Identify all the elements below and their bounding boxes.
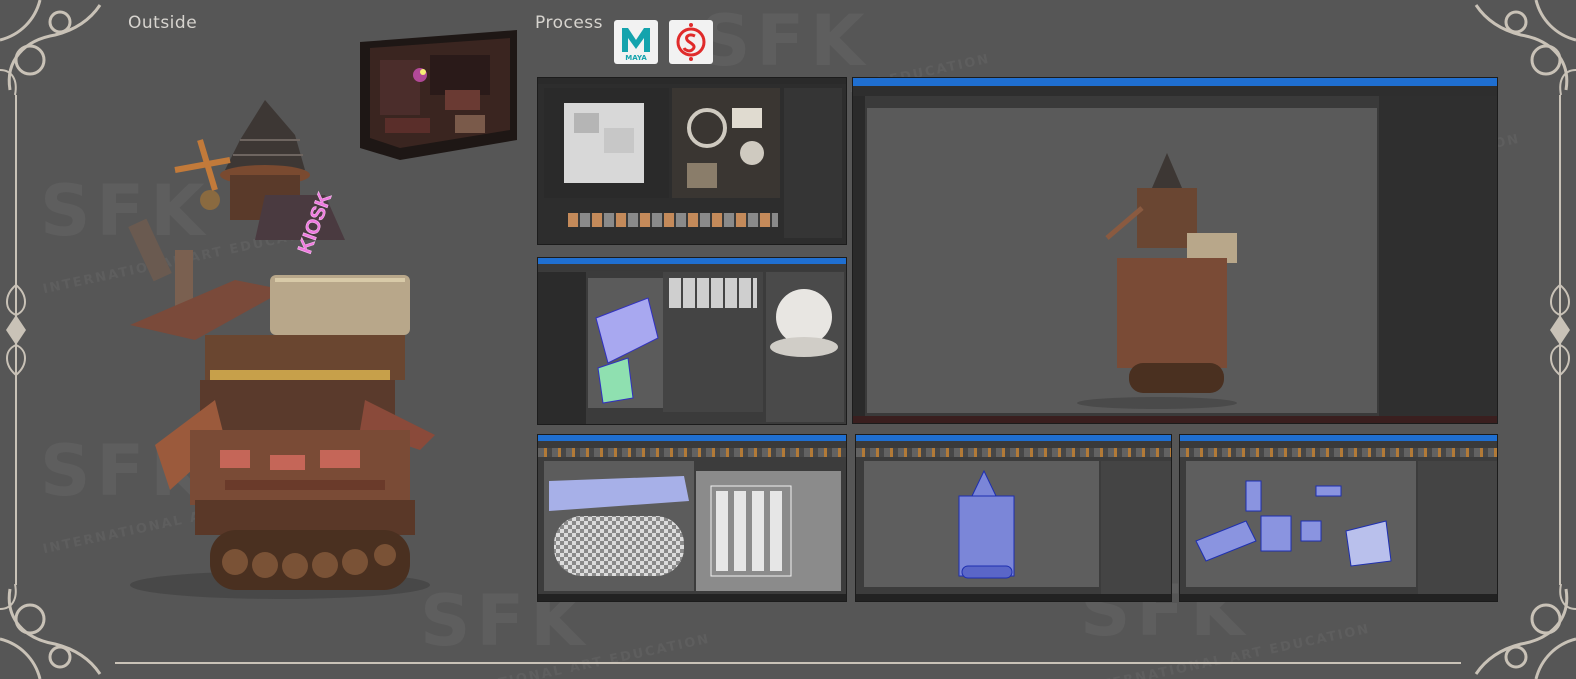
shader-preview-sphere — [770, 289, 838, 357]
outside-title: Outside — [128, 13, 198, 33]
frame-bottom-line — [115, 662, 1461, 664]
process-screenshot-uv — [537, 434, 847, 602]
wireframe-viewport — [595, 297, 659, 404]
uv-layout-viewport — [687, 108, 764, 188]
substance-painter-app-icon — [669, 20, 713, 64]
parts-layout-viewport — [1195, 480, 1392, 567]
process-screenshot-parts — [1179, 434, 1498, 602]
kiosk-viewport-render — [1077, 153, 1237, 409]
process-screenshot-render — [852, 77, 1498, 424]
left-side-ornament — [6, 255, 26, 405]
process-screenshot-texturing — [537, 77, 847, 245]
corner-ornament-top-left — [0, 0, 102, 96]
process-screenshot-shading — [537, 257, 847, 425]
maya-app-icon: MAYA — [614, 20, 658, 64]
textured-model-viewport — [564, 103, 644, 183]
corner-ornament-bottom-left — [0, 583, 102, 679]
uv-editor-viewport — [710, 485, 792, 577]
kiosk-model-render: KIOSK — [128, 100, 435, 599]
portfolio-sheet: SFKINTERNATIONAL ART EDUCATION SFKINTERN… — [0, 0, 1576, 679]
shader-swatches — [669, 278, 757, 308]
material-swatches — [568, 213, 778, 227]
process-screenshot-modeling — [855, 434, 1172, 602]
checker-model-viewport — [549, 476, 689, 576]
maya-label: MAYA — [625, 54, 647, 62]
process-title: Process — [535, 13, 603, 33]
substance-logo-icon — [676, 23, 706, 61]
wireframe-model-viewport — [958, 469, 1015, 579]
right-side-ornament — [1550, 255, 1570, 405]
